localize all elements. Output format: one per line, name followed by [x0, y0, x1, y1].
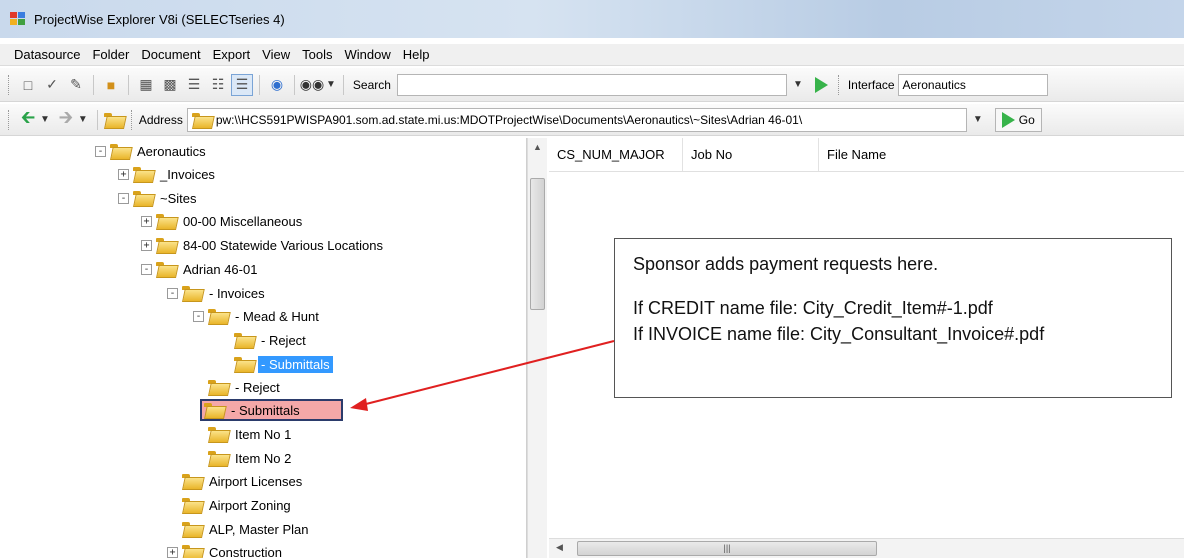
annotation-arrow [350, 340, 615, 411]
